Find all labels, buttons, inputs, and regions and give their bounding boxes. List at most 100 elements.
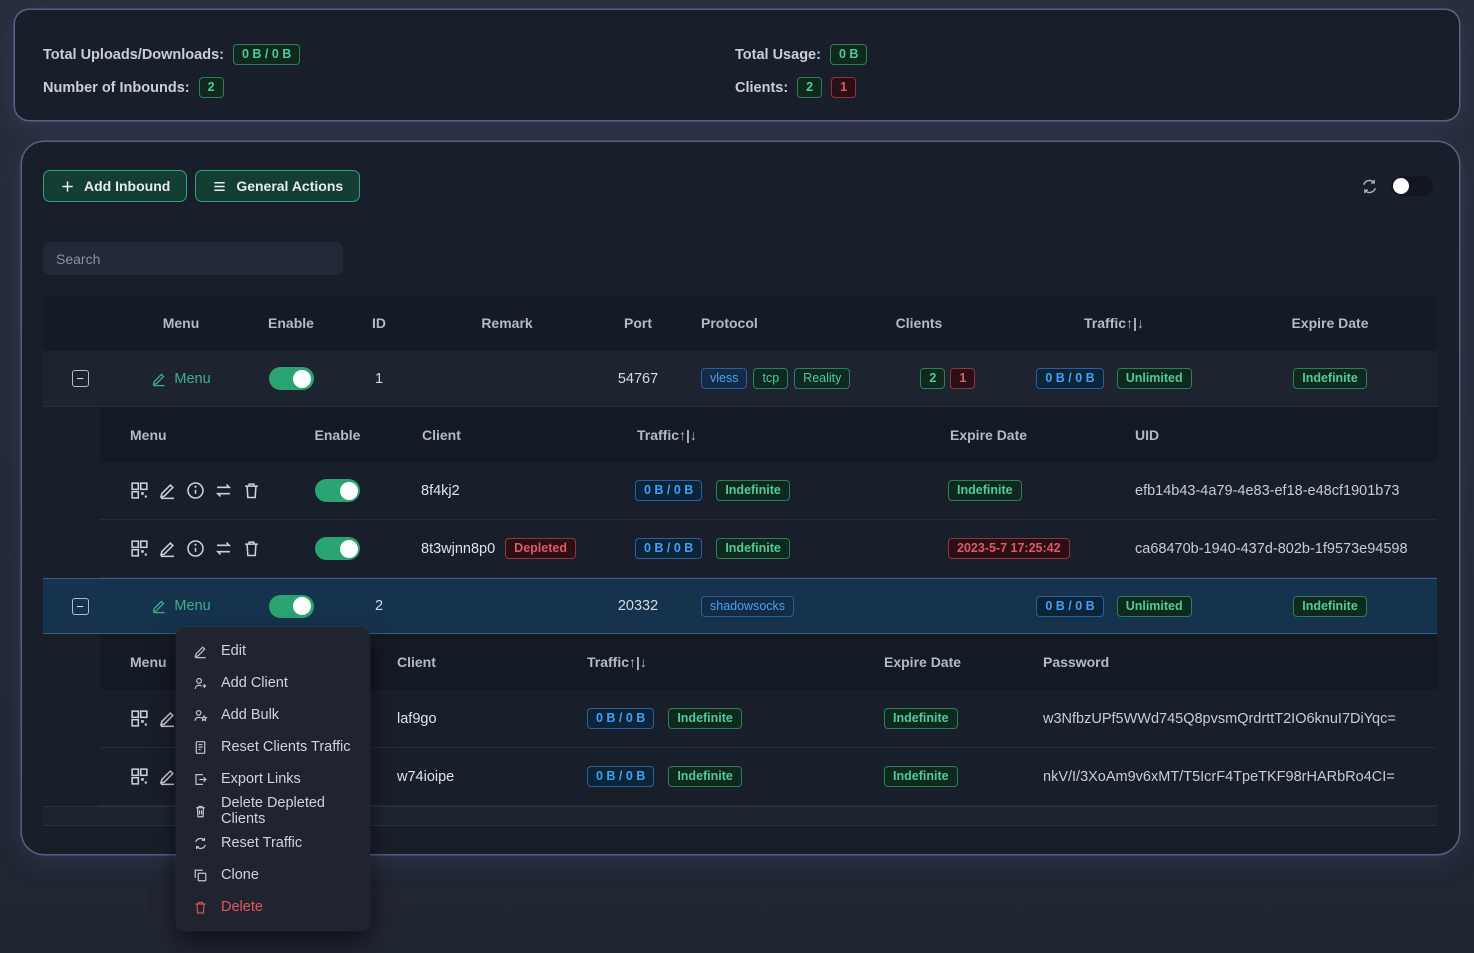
file-reset-icon <box>193 740 208 755</box>
expire-cell: Indefinite <box>1223 596 1437 617</box>
depleted-badge: Depleted <box>505 538 576 559</box>
client-table-header: Menu Enable Client Traffic↑|↓ Expire Dat… <box>100 407 1437 462</box>
search-input[interactable] <box>43 242 343 275</box>
menu-item-delete-depleted-clients[interactable]: Delete Depleted Clients <box>176 795 370 827</box>
traffic-badge: 0 B / 0 B <box>587 708 654 729</box>
col-client: Client <box>370 654 560 670</box>
inbound-menu-trigger[interactable]: Menu <box>117 598 245 614</box>
qr-code-icon[interactable] <box>130 539 149 558</box>
stat-clients: Clients: 2 1 <box>735 76 867 99</box>
client-actions <box>100 539 280 558</box>
stat-label: Clients: <box>735 80 788 96</box>
col-remark: Remark <box>481 315 532 331</box>
menu-item-export-links[interactable]: Export Links <box>176 763 370 795</box>
expire-cell: 2023-5-7 17:25:42 <box>923 538 1108 559</box>
client-name: w74ioipe <box>370 769 560 785</box>
info-icon[interactable] <box>186 539 205 558</box>
stats-panel: Total Uploads/Downloads: 0 B / 0 B Numbe… <box>15 10 1459 120</box>
clients-active-badge: 2 <box>797 77 822 98</box>
enable-toggle[interactable] <box>315 479 360 502</box>
trash-icon[interactable] <box>242 539 261 558</box>
add-inbound-button[interactable]: Add Inbound <box>43 170 187 202</box>
col-port: Port <box>624 315 652 331</box>
col-clients: Clients <box>896 315 943 331</box>
traffic-badge: 0 B / 0 B <box>635 480 702 501</box>
menu-item-clone[interactable]: Clone <box>176 859 370 891</box>
traffic-limit-badge: Indefinite <box>668 708 742 729</box>
stat-value-badge: 2 <box>199 77 224 98</box>
network-tag: tcp <box>753 368 788 389</box>
client-actions <box>100 481 280 500</box>
transfer-icon[interactable] <box>214 481 233 500</box>
expire-badge: 2023-5-7 17:25:42 <box>948 538 1070 559</box>
client-password: nkV/I/3XoAm9v6xMT/T5IcrF4TpeTKF98rHARbRo… <box>1016 769 1437 785</box>
hamburger-icon <box>212 179 227 194</box>
edit-icon[interactable] <box>158 481 177 500</box>
edit-icon <box>151 598 167 614</box>
client-password: w3NfbzUPf5WWd745Q8pvsmQrdrttT2IO6knuI7Di… <box>1016 711 1437 727</box>
enable-toggle[interactable] <box>315 537 360 560</box>
col-traffic[interactable]: Traffic↑|↓ <box>1084 315 1144 331</box>
stat-label: Total Usage: <box>735 47 821 63</box>
enable-toggle[interactable] <box>269 367 314 390</box>
inbound-context-menu: Edit Add Client Add Bulk Reset Clients T… <box>176 627 370 931</box>
menu-item-reset-traffic[interactable]: Reset Traffic <box>176 827 370 859</box>
col-password: Password <box>1016 654 1437 670</box>
col-protocol: Protocol <box>683 315 833 331</box>
col-traffic[interactable]: Traffic↑|↓ <box>560 654 857 670</box>
col-enable: Enable <box>315 427 361 443</box>
clients-depleted-badge: 1 <box>950 368 975 389</box>
menu-item-add-bulk[interactable]: Add Bulk <box>176 699 370 731</box>
edit-icon[interactable] <box>158 767 177 786</box>
menu-item-reset-clients-traffic[interactable]: Reset Clients Traffic <box>176 731 370 763</box>
toolbar: Add Inbound General Actions <box>43 170 1433 202</box>
edit-icon[interactable] <box>158 709 177 728</box>
client-name: 8f4kj2 <box>395 483 610 499</box>
toggle-knob <box>1393 178 1409 194</box>
info-icon[interactable] <box>186 481 205 500</box>
col-traffic[interactable]: Traffic↑|↓ <box>610 427 923 443</box>
menu-item-add-client[interactable]: Add Client <box>176 667 370 699</box>
traffic-limit-badge: Unlimited <box>1117 596 1192 617</box>
traffic-cell: 0 B / 0 B Indefinite <box>560 708 857 729</box>
client-name: 8t3wjnn8p0 <box>421 541 495 557</box>
expire-badge: Indefinite <box>948 480 1022 501</box>
protocol-tag: vless <box>701 368 747 389</box>
stat-label: Number of Inbounds: <box>43 80 190 96</box>
client-table-1: Menu Enable Client Traffic↑|↓ Expire Dat… <box>100 407 1437 578</box>
theme-toggle[interactable] <box>1391 176 1433 196</box>
general-actions-button[interactable]: General Actions <box>195 170 360 202</box>
qr-code-icon[interactable] <box>130 767 149 786</box>
expire-cell: Indefinite <box>857 708 1016 729</box>
enable-toggle[interactable] <box>269 595 314 618</box>
traffic-badge: 0 B / 0 B <box>1036 596 1103 617</box>
traffic-limit-badge: Indefinite <box>668 766 742 787</box>
menu-item-edit[interactable]: Edit <box>176 635 370 667</box>
toolbar-right <box>1361 176 1433 196</box>
stats-left: Total Uploads/Downloads: 0 B / 0 B Numbe… <box>43 43 300 99</box>
col-menu: Menu <box>100 427 280 443</box>
qr-code-icon[interactable] <box>130 709 149 728</box>
protocol-tag: shadowsocks <box>701 596 794 617</box>
menu-item-delete[interactable]: Delete <box>176 891 370 923</box>
expire-badge: Indefinite <box>884 766 958 787</box>
general-actions-label: General Actions <box>236 178 343 194</box>
transfer-icon[interactable] <box>214 539 233 558</box>
expire-badge: Indefinite <box>1293 596 1367 617</box>
collapse-row-button[interactable]: − <box>72 598 89 615</box>
client-uid: ca68470b-1940-437d-802b-1f9573e94598 <box>1108 541 1437 557</box>
edit-icon[interactable] <box>158 539 177 558</box>
qr-code-icon[interactable] <box>130 481 149 500</box>
traffic-cell: 0 B / 0 B Unlimited <box>1005 368 1223 389</box>
inbound-row-2: − Menu 2 20332 shadowsocks 0 B / 0 B Unl… <box>43 578 1437 634</box>
inbound-menu-trigger[interactable]: Menu <box>117 371 245 387</box>
refresh-icon[interactable] <box>1361 178 1378 195</box>
collapse-row-button[interactable]: − <box>72 370 89 387</box>
client-name-cell: 8t3wjnn8p0 Depleted <box>395 538 610 559</box>
protocol-tags: vless tcp Reality 2 1 <box>683 368 1005 389</box>
edit-icon <box>193 644 208 659</box>
protocol-tags: shadowsocks <box>683 596 1005 617</box>
plus-icon <box>60 179 75 194</box>
trash-icon[interactable] <box>242 481 261 500</box>
traffic-badge: 0 B / 0 B <box>587 766 654 787</box>
